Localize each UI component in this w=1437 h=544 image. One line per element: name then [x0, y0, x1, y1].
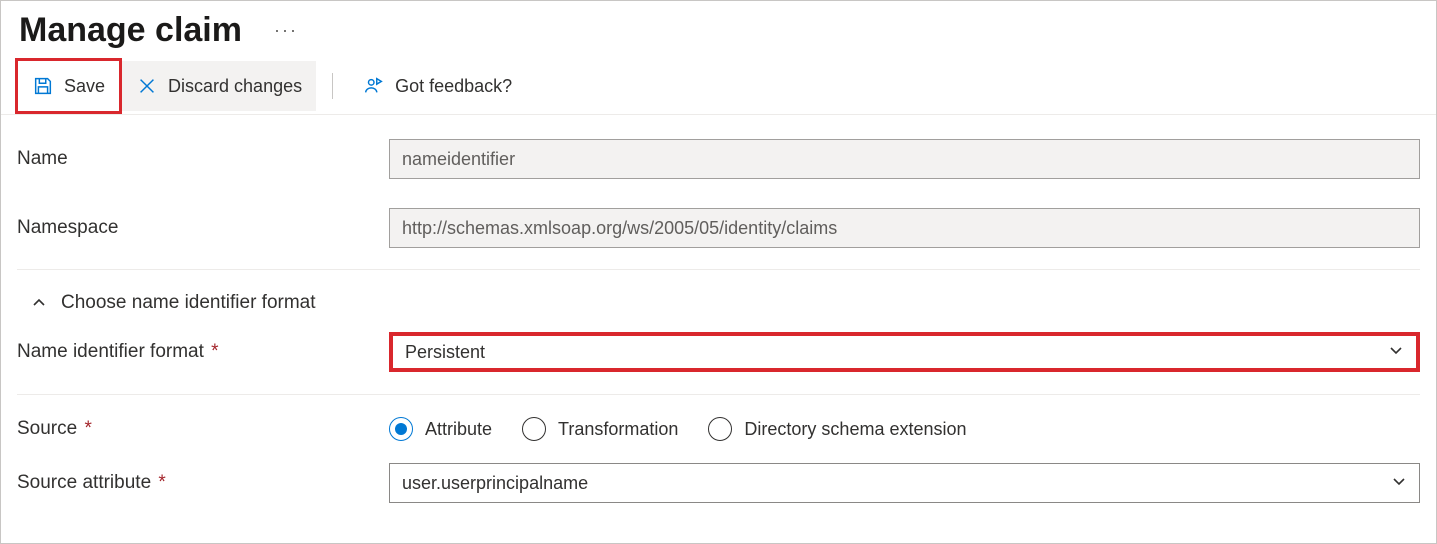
radio-directory[interactable]: Directory schema extension [708, 417, 966, 441]
chevron-down-icon [1388, 342, 1404, 363]
required-asterisk: * [206, 341, 219, 362]
page-title: Manage claim [19, 11, 242, 50]
name-id-format-value: Persistent [405, 342, 485, 363]
radio-label: Directory schema extension [744, 419, 966, 440]
name-label: Name [17, 148, 389, 170]
row-namespace: Namespace [17, 194, 1420, 263]
source-attribute-select[interactable]: user.userprincipalname [389, 463, 1420, 503]
namespace-input [389, 208, 1420, 248]
name-id-format-label: Name identifier format * [17, 341, 389, 363]
discard-button[interactable]: Discard changes [122, 61, 316, 111]
expander-name-id-format[interactable]: Choose name identifier format [17, 270, 1420, 332]
discard-label: Discard changes [168, 76, 302, 97]
radio-label: Attribute [425, 419, 492, 440]
feedback-label: Got feedback? [395, 76, 512, 97]
namespace-label: Namespace [17, 217, 389, 239]
radio-icon [522, 417, 546, 441]
save-button[interactable]: Save [15, 58, 122, 114]
radio-icon [389, 417, 413, 441]
source-label: Source * [17, 418, 389, 440]
chevron-down-icon [1391, 473, 1407, 494]
radio-label: Transformation [558, 419, 678, 440]
save-icon [32, 75, 54, 97]
required-asterisk: * [79, 418, 92, 439]
more-actions-button[interactable]: ··· [274, 20, 298, 41]
row-source-attribute: Source attribute * user.userprincipalnam… [17, 451, 1420, 503]
toolbar: Save Discard changes Got feedback? [1, 58, 1436, 115]
toolbar-separator [332, 73, 333, 99]
close-icon [136, 75, 158, 97]
row-name-id-format: Name identifier format * Persistent [17, 332, 1420, 394]
source-attribute-value: user.userprincipalname [402, 473, 588, 494]
source-attribute-label: Source attribute * [17, 472, 389, 494]
expander-label: Choose name identifier format [61, 292, 316, 314]
radio-attribute[interactable]: Attribute [389, 417, 492, 441]
name-input [389, 139, 1420, 179]
radio-transformation[interactable]: Transformation [522, 417, 678, 441]
feedback-button[interactable]: Got feedback? [349, 61, 526, 111]
save-label: Save [64, 76, 105, 97]
required-asterisk: * [153, 472, 166, 493]
feedback-icon [363, 75, 385, 97]
name-id-format-select[interactable]: Persistent [389, 332, 1420, 372]
radio-icon [708, 417, 732, 441]
row-source: Source * Attribute Transformation Direct… [17, 395, 1420, 451]
source-radio-group: Attribute Transformation Directory schem… [389, 417, 967, 441]
row-name: Name [17, 125, 1420, 194]
chevron-up-icon [31, 295, 47, 311]
